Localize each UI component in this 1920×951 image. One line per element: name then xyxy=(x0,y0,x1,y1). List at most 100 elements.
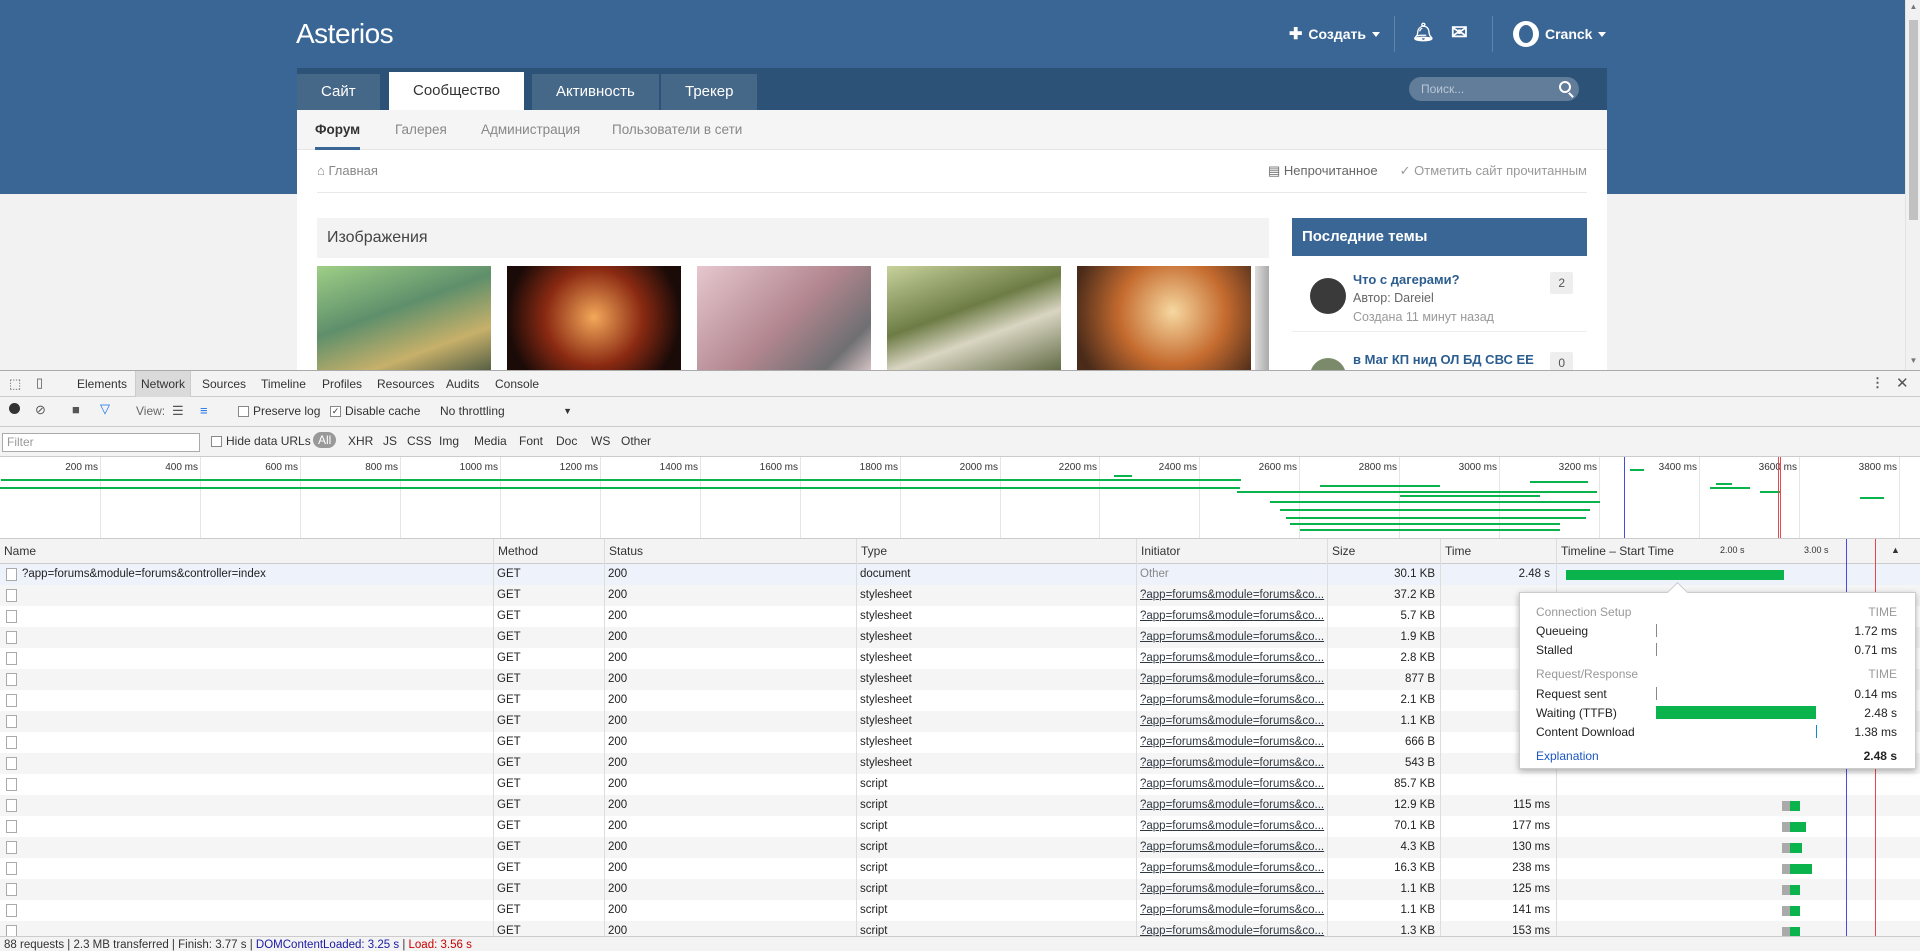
filter-font[interactable]: Font xyxy=(519,434,543,448)
table-row[interactable]: GET 200 script ?app=forums&module=forums&co… xyxy=(0,837,1920,858)
filter-input[interactable]: Filter xyxy=(2,433,200,452)
topic-title[interactable]: в Маг КП нид ОЛ БД СВС ЕЕ xyxy=(1353,352,1534,367)
cell-initiator[interactable]: ?app=forums&module=forums&co... xyxy=(1136,690,1326,711)
waterfall-bar[interactable] xyxy=(1790,927,1800,936)
tab-audits[interactable]: Audits xyxy=(441,371,484,397)
cell-initiator[interactable]: ?app=forums&module=forums&co... xyxy=(1136,774,1326,795)
network-overview[interactable]: 200 ms 400 ms 600 ms 800 ms 1000 ms 1200 ms 14… xyxy=(0,457,1920,539)
table-row[interactable]: ?app=forums&module=forums&controller=ind… xyxy=(0,564,1920,585)
table-row[interactable]: GET 200 script ?app=forums&module=forums&co… xyxy=(0,774,1920,795)
filter-icon[interactable]: ▽ xyxy=(100,401,110,417)
gallery-thumbnail[interactable] xyxy=(887,266,1061,370)
envelope-icon[interactable]: ✉ xyxy=(1451,20,1468,45)
waterfall-bar[interactable] xyxy=(1790,801,1800,811)
user-menu-button[interactable]: Cranck xyxy=(1513,21,1607,47)
tab-tracker[interactable]: Трекер xyxy=(661,74,758,110)
filter-doc[interactable]: Doc xyxy=(556,434,577,448)
preserve-log-checkbox[interactable]: Preserve log xyxy=(238,404,320,418)
table-row[interactable]: GET 200 script ?app=forums&module=forums&co… xyxy=(0,879,1920,900)
scrollbar-thumb[interactable] xyxy=(1909,20,1918,220)
gallery-thumbnail[interactable] xyxy=(697,266,871,370)
disable-cache-checkbox[interactable]: ✓ Disable cache xyxy=(330,404,420,418)
cell-initiator[interactable]: ?app=forums&module=forums&co... xyxy=(1136,921,1326,936)
table-row[interactable]: GET 200 script ?app=forums&module=forums&co… xyxy=(0,900,1920,921)
waterfall-bar[interactable] xyxy=(1790,822,1806,832)
subtab-administration[interactable]: Администрация xyxy=(481,110,580,150)
overview-icon[interactable]: ≡ xyxy=(200,403,208,418)
page-scrollbar[interactable]: ▲ ▼ xyxy=(1905,0,1920,370)
filter-media[interactable]: Media xyxy=(474,434,507,448)
table-row[interactable]: GET 200 script ?app=forums&module=forums&co… xyxy=(0,858,1920,879)
sort-icon[interactable]: ▲ xyxy=(1891,545,1900,555)
scroll-down-icon[interactable]: ▼ xyxy=(1909,356,1918,365)
col-name[interactable]: Name xyxy=(0,539,36,564)
cell-initiator[interactable]: ?app=forums&module=forums&co... xyxy=(1136,837,1326,858)
cell-initiator[interactable]: ?app=forums&module=forums&co... xyxy=(1136,648,1326,669)
filter-all[interactable]: All xyxy=(313,432,337,448)
subtab-forum[interactable]: Форум xyxy=(315,110,361,150)
filter-other[interactable]: Other xyxy=(621,434,651,448)
subtab-online-users[interactable]: Пользователи в сети xyxy=(612,110,742,150)
checkbox-checked[interactable]: ✓ xyxy=(330,405,341,417)
tab-site[interactable]: Сайт xyxy=(297,74,380,110)
cell-initiator[interactable]: ?app=forums&module=forums&co... xyxy=(1136,606,1326,627)
large-rows-icon[interactable]: ☰ xyxy=(172,403,184,419)
site-logo[interactable]: Asterios xyxy=(296,18,394,50)
clear-icon[interactable]: ⊘ xyxy=(35,402,46,418)
topic-item[interactable]: Что с дагерами? Автор: Dareiel Создана 1… xyxy=(1292,268,1587,332)
hide-data-urls-checkbox[interactable]: Hide data URLs xyxy=(211,434,311,448)
tab-sources[interactable]: Sources xyxy=(197,371,251,397)
cell-initiator[interactable]: ?app=forums&module=forums&co... xyxy=(1136,900,1326,921)
unread-link[interactable]: ▤ Непрочитанное xyxy=(1268,163,1378,179)
throttling-select[interactable]: No throttling ▼ xyxy=(440,404,572,418)
waterfall-bar[interactable] xyxy=(1790,906,1800,916)
cell-initiator[interactable]: ?app=forums&module=forums&co... xyxy=(1136,795,1326,816)
checkbox[interactable] xyxy=(211,435,222,447)
cell-initiator[interactable]: ?app=forums&module=forums&co... xyxy=(1136,732,1326,753)
cell-initiator[interactable]: ?app=forums&module=forums&co... xyxy=(1136,879,1326,900)
waterfall-bar[interactable] xyxy=(1566,570,1784,580)
bell-icon[interactable]: 🔔︎ xyxy=(1412,22,1435,43)
waterfall-bar[interactable] xyxy=(1790,864,1812,874)
device-mode-icon[interactable]: ▯ xyxy=(36,375,43,391)
inspect-icon[interactable]: ⬚ xyxy=(9,376,21,392)
filter-css[interactable]: CSS xyxy=(407,434,432,448)
tab-profiles[interactable]: Profiles xyxy=(317,371,367,397)
tab-activity[interactable]: Активность xyxy=(532,74,659,110)
topic-title[interactable]: Что с дагерами? xyxy=(1353,272,1460,287)
gallery-thumbnail[interactable] xyxy=(317,266,491,370)
search-icon[interactable] xyxy=(1559,81,1571,93)
mark-read-link[interactable]: ✓ Отметить сайт прочитанным xyxy=(1400,163,1587,179)
col-method[interactable]: Method xyxy=(493,539,538,564)
filter-img[interactable]: Img xyxy=(439,434,459,448)
subtab-gallery[interactable]: Галерея xyxy=(395,110,447,150)
search-input[interactable]: Поиск... xyxy=(1409,77,1579,101)
filter-ws[interactable]: WS xyxy=(591,434,610,448)
topic-item[interactable]: в Маг КП нид ОЛ БД СВС ЕЕ 0 xyxy=(1292,348,1587,370)
close-icon[interactable]: ✕ xyxy=(1896,374,1909,392)
cell-initiator[interactable]: ?app=forums&module=forums&co... xyxy=(1136,816,1326,837)
more-options-icon[interactable]: ⋮ xyxy=(1871,375,1884,391)
waterfall-bar[interactable] xyxy=(1790,885,1800,895)
cell-initiator[interactable]: ?app=forums&module=forums&co... xyxy=(1136,711,1326,732)
waterfall-bar[interactable] xyxy=(1790,843,1802,853)
tab-timeline[interactable]: Timeline xyxy=(256,371,311,397)
breadcrumb[interactable]: ⌂ Главная xyxy=(317,163,378,178)
tab-network[interactable]: Network xyxy=(135,371,192,397)
filter-js[interactable]: JS xyxy=(383,434,397,448)
cell-initiator[interactable]: ?app=forums&module=forums&co... xyxy=(1136,585,1326,606)
col-initiator[interactable]: Initiator xyxy=(1136,539,1180,564)
tab-community[interactable]: Сообщество xyxy=(389,72,525,110)
cell-initiator[interactable]: ?app=forums&module=forums&co... xyxy=(1136,858,1326,879)
capture-screenshots-icon[interactable]: ■ xyxy=(72,402,80,417)
cell-initiator[interactable]: ?app=forums&module=forums&co... xyxy=(1136,753,1326,774)
scroll-up-icon[interactable]: ▲ xyxy=(1909,2,1918,11)
tab-elements[interactable]: Elements xyxy=(72,371,132,397)
cell-initiator[interactable]: ?app=forums&module=forums&co... xyxy=(1136,627,1326,648)
filter-xhr[interactable]: XHR xyxy=(348,434,373,448)
table-row[interactable]: GET 200 script ?app=forums&module=forums&co… xyxy=(0,816,1920,837)
gallery-thumbnail[interactable] xyxy=(1077,266,1251,370)
checkbox[interactable] xyxy=(238,405,249,417)
record-icon[interactable] xyxy=(9,403,20,414)
gallery-thumbnail[interactable] xyxy=(507,266,681,370)
